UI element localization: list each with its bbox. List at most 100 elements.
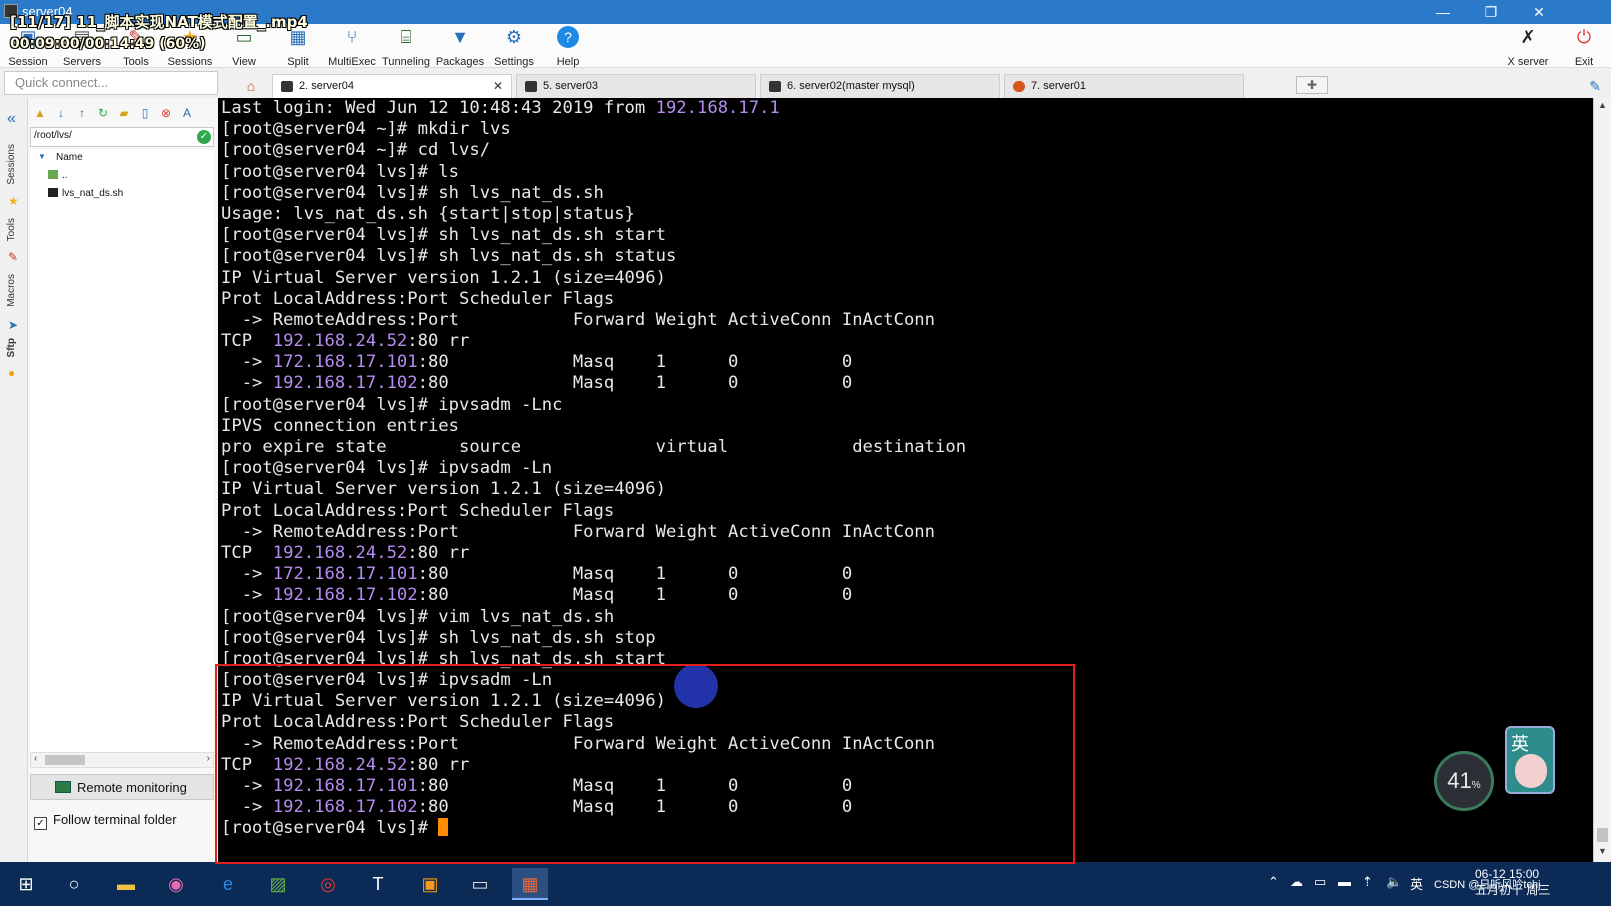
red-highlight-box <box>215 664 1075 864</box>
file-row-lvs-nat-ds[interactable]: lvs_nat_ds.sh <box>48 188 123 199</box>
column-header-name[interactable]: ▼ Name <box>30 150 214 168</box>
maximize-button[interactable]: ❐ <box>1468 0 1514 24</box>
scroll-up-icon[interactable]: ▲ <box>1598 100 1607 110</box>
side-tab-sftp[interactable]: Sftp <box>6 338 17 357</box>
scroll-thumb[interactable] <box>1597 828 1608 842</box>
tab-label: 2. server04 <box>299 80 355 92</box>
window-manager-icon[interactable]: ▣ <box>412 868 448 900</box>
terminal-line: [root@server04 ~]# cd lvs/ <box>221 140 966 161</box>
toolbar-tunneling-button[interactable]: ⌸ Tunneling <box>378 26 434 68</box>
tray-display-icon[interactable]: ▭ <box>1314 874 1326 890</box>
mobaxterm-taskbar-icon[interactable]: ▦ <box>512 868 548 900</box>
tray-overflow-icon[interactable]: ⌃ <box>1268 874 1279 890</box>
terminal-text: [root@server04 ~]# mkdir lvs <box>221 119 511 140</box>
sftp-path-input[interactable]: /root/lvs/ ✓ <box>30 127 214 147</box>
file-name: lvs_nat_ds.sh <box>62 188 124 199</box>
quick-connect-input[interactable]: Quick connect... <box>4 71 218 95</box>
download-icon[interactable]: ↓ <box>53 105 69 121</box>
tray-battery-icon[interactable]: ▬ <box>1338 874 1351 889</box>
terminal-app-icon[interactable]: ▭ <box>462 868 498 900</box>
toolbar-exit-button[interactable]: ⏻ Exit <box>1556 26 1611 68</box>
xserver-icon: ✗ <box>1520 27 1536 47</box>
windows-start-icon[interactable]: ⊞ <box>8 868 44 900</box>
follow-terminal-folder-checkbox[interactable]: ✓ Follow terminal folder <box>34 812 177 830</box>
collapse-icon[interactable]: « <box>7 110 16 128</box>
tray-network-icon[interactable]: ⇡ <box>1362 874 1373 890</box>
file-row-parent[interactable]: .. <box>48 170 68 181</box>
sftp-horizontal-scrollbar[interactable]: ‹ › <box>30 752 214 768</box>
minimize-button[interactable]: — <box>1420 0 1466 24</box>
taskbar-clock[interactable]: 06-12 15:00 五月初十 周三 <box>1475 866 1550 898</box>
new-folder-icon[interactable]: ▰ <box>116 105 132 121</box>
attach-icon[interactable]: ✎ <box>1589 78 1601 95</box>
refresh-icon[interactable]: ↻ <box>95 105 111 121</box>
terminal-line: TCP 192.168.24.52:80 rr <box>221 331 966 352</box>
gauge-unit: % <box>1471 780 1481 791</box>
chrome-icon[interactable]: ◎ <box>310 868 346 900</box>
tab-server02[interactable]: 6. server02(master mysql) <box>760 74 1000 98</box>
side-tab-tools[interactable]: Tools <box>6 218 17 241</box>
toolbar-label: Split <box>287 56 309 68</box>
terminal-text: [root@server04 ~]# cd lvs/ <box>221 140 491 161</box>
tab-server03[interactable]: 5. server03 <box>516 74 756 98</box>
parent-folder-icon[interactable]: ▲ <box>32 105 48 121</box>
terminal-text: TCP <box>221 331 273 352</box>
side-tab-macros[interactable]: Macros <box>6 274 17 307</box>
ip-address-text: 192.168.17.1 <box>655 98 780 118</box>
tray-cloud-icon[interactable]: ☁ <box>1290 874 1303 890</box>
toolbar-label: Tunneling <box>382 56 430 68</box>
search-icon[interactable]: ○ <box>56 868 92 900</box>
toolbar-split-button[interactable]: ▦ Split <box>270 26 326 68</box>
packages-icon: ▼ <box>451 27 469 47</box>
toolbar-label: Packages <box>435 56 485 68</box>
close-tab-icon[interactable]: ✕ <box>493 79 503 93</box>
media-player-icon[interactable]: ◉ <box>158 868 194 900</box>
delete-icon[interactable]: ⊗ <box>158 105 174 121</box>
toolbar-xserver-button[interactable]: ✗ X server <box>1500 26 1556 68</box>
new-file-icon[interactable]: ▯ <box>137 105 153 121</box>
remote-monitoring-button[interactable]: Remote monitoring <box>30 774 214 800</box>
typora-icon[interactable]: T <box>360 868 396 900</box>
tray-lang[interactable]: 英 <box>1410 874 1423 893</box>
windows-taskbar: ⊞ ○ ▬ ◉ e ▨ ◎ T ▣ ▭ ▦ ⌃ ☁ ▭ ▬ ⇡ 🔈 英 CSDN… <box>0 862 1611 906</box>
tab-server01[interactable]: 7. server01 <box>1004 74 1244 98</box>
ip-address-text: 192.168.17.102 <box>272 585 418 606</box>
scroll-right-icon[interactable]: › <box>207 753 210 764</box>
toolbar-packages-button[interactable]: ▼ Packages <box>432 26 488 68</box>
close-button[interactable]: ✕ <box>1516 0 1562 24</box>
terminal-line: [root@server04 lvs]# vim lvs_nat_ds.sh <box>221 607 966 628</box>
tray-volume-icon[interactable]: 🔈 <box>1386 874 1402 890</box>
toolbar-label: Settings <box>494 56 534 68</box>
home-tab-icon[interactable]: ⌂ <box>238 75 264 97</box>
tab-server04[interactable]: 2. server04 ✕ <box>272 74 512 98</box>
terminal-line: Prot LocalAddress:Port Scheduler Flags <box>221 501 966 522</box>
path-ok-icon[interactable]: ✓ <box>197 130 211 144</box>
scroll-thumb[interactable] <box>45 755 85 765</box>
terminal-vertical-scrollbar[interactable]: ▲ ▼ <box>1593 98 1611 862</box>
terminal-icon <box>769 81 781 92</box>
toolbar-view-button[interactable]: ▭ View <box>216 26 272 68</box>
toolbar-multiexec-button[interactable]: ⑂ MultiExec <box>324 26 380 68</box>
memory-gauge-widget[interactable]: 41% <box>1434 751 1494 811</box>
terminal-line: [root@server04 lvs]# ls <box>221 162 966 183</box>
upload-icon[interactable]: ↑ <box>74 105 90 121</box>
mascot-icon <box>1515 754 1547 788</box>
terminal-text: [root@server04 lvs]# sh lvs_nat_ds.sh st… <box>221 225 666 246</box>
scroll-down-icon[interactable]: ▼ <box>1598 846 1607 856</box>
new-tab-button[interactable]: ✚ <box>1296 76 1328 94</box>
checkbox-checked-icon[interactable]: ✓ <box>34 817 47 830</box>
rename-icon[interactable]: A <box>179 105 195 121</box>
file-explorer-icon[interactable]: ▬ <box>108 868 144 900</box>
toolbar-help-button[interactable]: ? Help <box>540 26 596 68</box>
edge-browser-icon[interactable]: e <box>210 868 246 900</box>
tab-label: 5. server03 <box>543 80 599 92</box>
folder-icon <box>48 170 58 179</box>
toolbar-settings-button[interactable]: ⚙ Settings <box>486 26 542 68</box>
terminal-line: TCP 192.168.24.52:80 rr <box>221 543 966 564</box>
chart-app-icon[interactable]: ▨ <box>260 868 296 900</box>
side-tab-sessions[interactable]: Sessions <box>6 144 17 185</box>
scroll-left-icon[interactable]: ‹ <box>34 753 37 764</box>
terminal-text: :80 Masq 1 0 0 <box>417 564 853 585</box>
tools-icon: ✎ <box>8 250 19 264</box>
ime-widget[interactable]: 英 <box>1505 726 1555 794</box>
